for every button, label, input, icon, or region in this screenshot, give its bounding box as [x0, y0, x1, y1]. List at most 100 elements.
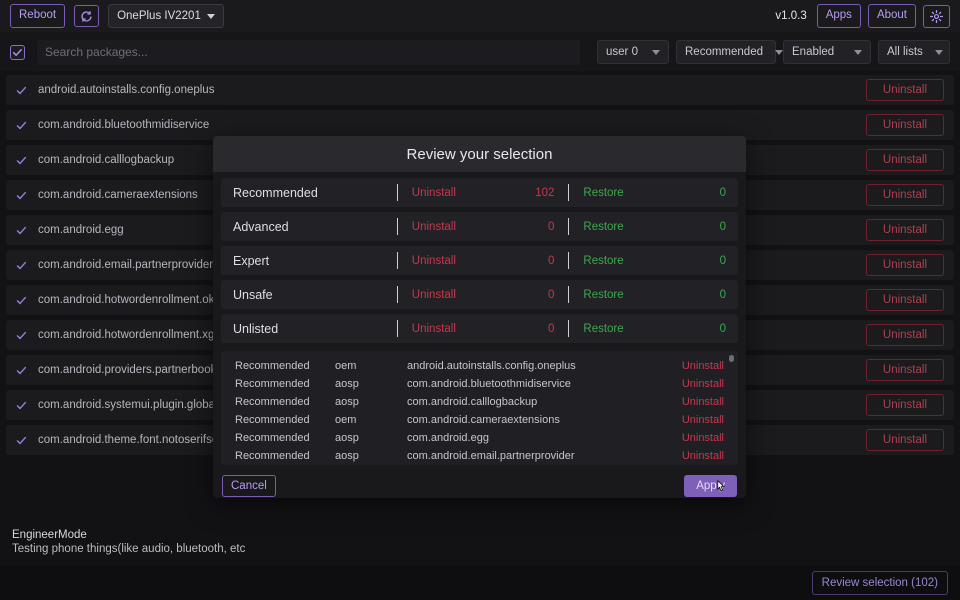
package-uninstall-button[interactable]: Uninstall: [866, 359, 944, 381]
category-restore-count: 0: [697, 289, 726, 301]
package-checkbox[interactable]: [16, 435, 27, 446]
detail-row: Recommendedaospcom.android.calllogbackup…: [221, 393, 738, 411]
package-checkbox[interactable]: [16, 155, 27, 166]
search-input[interactable]: [37, 40, 580, 65]
detail-package: com.android.cameraextensions: [407, 414, 682, 426]
package-checkbox[interactable]: [16, 330, 27, 341]
package-uninstall-button[interactable]: Uninstall: [866, 429, 944, 451]
category-uninstall-count: 0: [525, 221, 554, 233]
lists-filter-select[interactable]: All lists: [878, 40, 950, 64]
about-button[interactable]: About: [868, 4, 916, 28]
checkmark-icon: [16, 330, 27, 341]
category-restore-count: 0: [697, 323, 726, 335]
user-filter-label: user 0: [606, 46, 640, 58]
selection-detail-list[interactable]: Recommended oemandroid.autoinstalls.confi…: [221, 351, 738, 465]
settings-button[interactable]: [923, 5, 950, 28]
detail-list-scrollbar[interactable]: [729, 355, 734, 362]
checkmark-icon: [16, 365, 27, 376]
package-uninstall-button[interactable]: Uninstall: [866, 184, 944, 206]
divider: [397, 184, 398, 201]
chevron-down-icon: [652, 50, 660, 55]
detail-uninstall-label[interactable]: Uninstall: [682, 378, 724, 390]
filter-toolbar: user 0 Recommended Enabled All lists: [0, 33, 960, 72]
detail-source: aosp: [335, 450, 407, 462]
package-checkbox[interactable]: [16, 225, 27, 236]
review-selection-button[interactable]: Review selection (102): [812, 571, 948, 595]
detail-package: com.android.email.partnerprovider: [407, 450, 682, 462]
package-uninstall-button[interactable]: Uninstall: [866, 324, 944, 346]
checkmark-icon: [12, 47, 23, 58]
user-filter-select[interactable]: user 0: [597, 40, 669, 64]
detail-source: oem: [335, 360, 407, 372]
package-checkbox[interactable]: [16, 85, 27, 96]
checkmark-icon: [16, 155, 27, 166]
category-restore-label[interactable]: Restore: [583, 221, 697, 233]
select-all-checkbox[interactable]: [10, 45, 25, 60]
package-checkbox[interactable]: [16, 190, 27, 201]
chevron-down-icon: [935, 50, 943, 55]
divider: [397, 218, 398, 235]
detail-uninstall-label[interactable]: Uninstall: [682, 360, 724, 372]
category-uninstall-label[interactable]: Uninstall: [412, 323, 526, 335]
package-name: android.autoinstalls.config.oneplus: [38, 84, 866, 96]
dialog-body: RecommendedUninstall102Restore0AdvancedU…: [213, 172, 746, 465]
reboot-button[interactable]: Reboot: [10, 4, 65, 28]
package-uninstall-button[interactable]: Uninstall: [866, 219, 944, 241]
detail-uninstall-label[interactable]: Uninstall: [682, 396, 724, 408]
detail-package: android.autoinstalls.config.oneplus: [407, 360, 682, 372]
package-checkbox[interactable]: [16, 365, 27, 376]
cancel-button[interactable]: Cancel: [222, 475, 276, 497]
detail-uninstall-label[interactable]: Uninstall: [682, 450, 724, 462]
apps-button[interactable]: Apps: [817, 4, 861, 28]
category-uninstall-label[interactable]: Uninstall: [412, 255, 526, 267]
package-uninstall-button[interactable]: Uninstall: [866, 79, 944, 101]
dialog-title: Review your selection: [213, 136, 746, 172]
category-uninstall-label[interactable]: Uninstall: [412, 221, 526, 233]
detail-category: Recommended: [235, 432, 335, 444]
category-restore-label[interactable]: Restore: [583, 289, 697, 301]
category-uninstall-label[interactable]: Uninstall: [412, 187, 526, 199]
footer-bar: Review selection (102): [0, 565, 960, 600]
detail-uninstall-label[interactable]: Uninstall: [682, 414, 724, 426]
checkmark-icon: [16, 400, 27, 411]
chevron-down-icon: [775, 50, 783, 55]
state-filter-label: Enabled: [792, 46, 842, 58]
list-filter-select[interactable]: Recommended: [676, 40, 776, 64]
category-restore-label[interactable]: Restore: [583, 255, 697, 267]
package-uninstall-button[interactable]: Uninstall: [866, 394, 944, 416]
detail-uninstall-label[interactable]: Uninstall: [682, 432, 724, 444]
package-uninstall-button[interactable]: Uninstall: [866, 254, 944, 276]
checkmark-icon: [16, 435, 27, 446]
category-restore-count: 0: [697, 221, 726, 233]
package-checkbox[interactable]: [16, 400, 27, 411]
package-uninstall-button[interactable]: Uninstall: [866, 114, 944, 136]
chevron-down-icon: [854, 50, 862, 55]
detail-category: Recommended: [235, 450, 335, 462]
package-checkbox[interactable]: [16, 295, 27, 306]
package-uninstall-button[interactable]: Uninstall: [866, 149, 944, 171]
chevron-down-icon: [207, 14, 215, 19]
category-summary-row: RecommendedUninstall102Restore0: [221, 178, 738, 207]
apply-button[interactable]: Apply: [684, 475, 737, 497]
package-row[interactable]: android.autoinstalls.config.oneplusUnins…: [6, 75, 954, 105]
category-summary-row: ExpertUninstall0Restore0: [221, 246, 738, 275]
refresh-button[interactable]: [74, 5, 99, 27]
package-name: com.android.bluetoothmidiservice: [38, 119, 866, 131]
device-selector[interactable]: OnePlus IV2201: [108, 4, 224, 28]
package-checkbox[interactable]: [16, 260, 27, 271]
category-name: Recommended: [233, 186, 397, 200]
checkmark-icon: [16, 120, 27, 131]
package-checkbox[interactable]: [16, 120, 27, 131]
divider: [568, 286, 569, 303]
package-uninstall-button[interactable]: Uninstall: [866, 289, 944, 311]
divider: [397, 286, 398, 303]
state-filter-select[interactable]: Enabled: [783, 40, 871, 64]
category-restore-label[interactable]: Restore: [583, 187, 697, 199]
checkmark-icon: [16, 85, 27, 96]
category-restore-label[interactable]: Restore: [583, 323, 697, 335]
category-uninstall-label[interactable]: Uninstall: [412, 289, 526, 301]
divider: [397, 320, 398, 337]
detail-package: com.android.bluetoothmidiservice: [407, 378, 682, 390]
category-summary-row: AdvancedUninstall0Restore0: [221, 212, 738, 241]
detail-package: com.android.calllogbackup: [407, 396, 682, 408]
